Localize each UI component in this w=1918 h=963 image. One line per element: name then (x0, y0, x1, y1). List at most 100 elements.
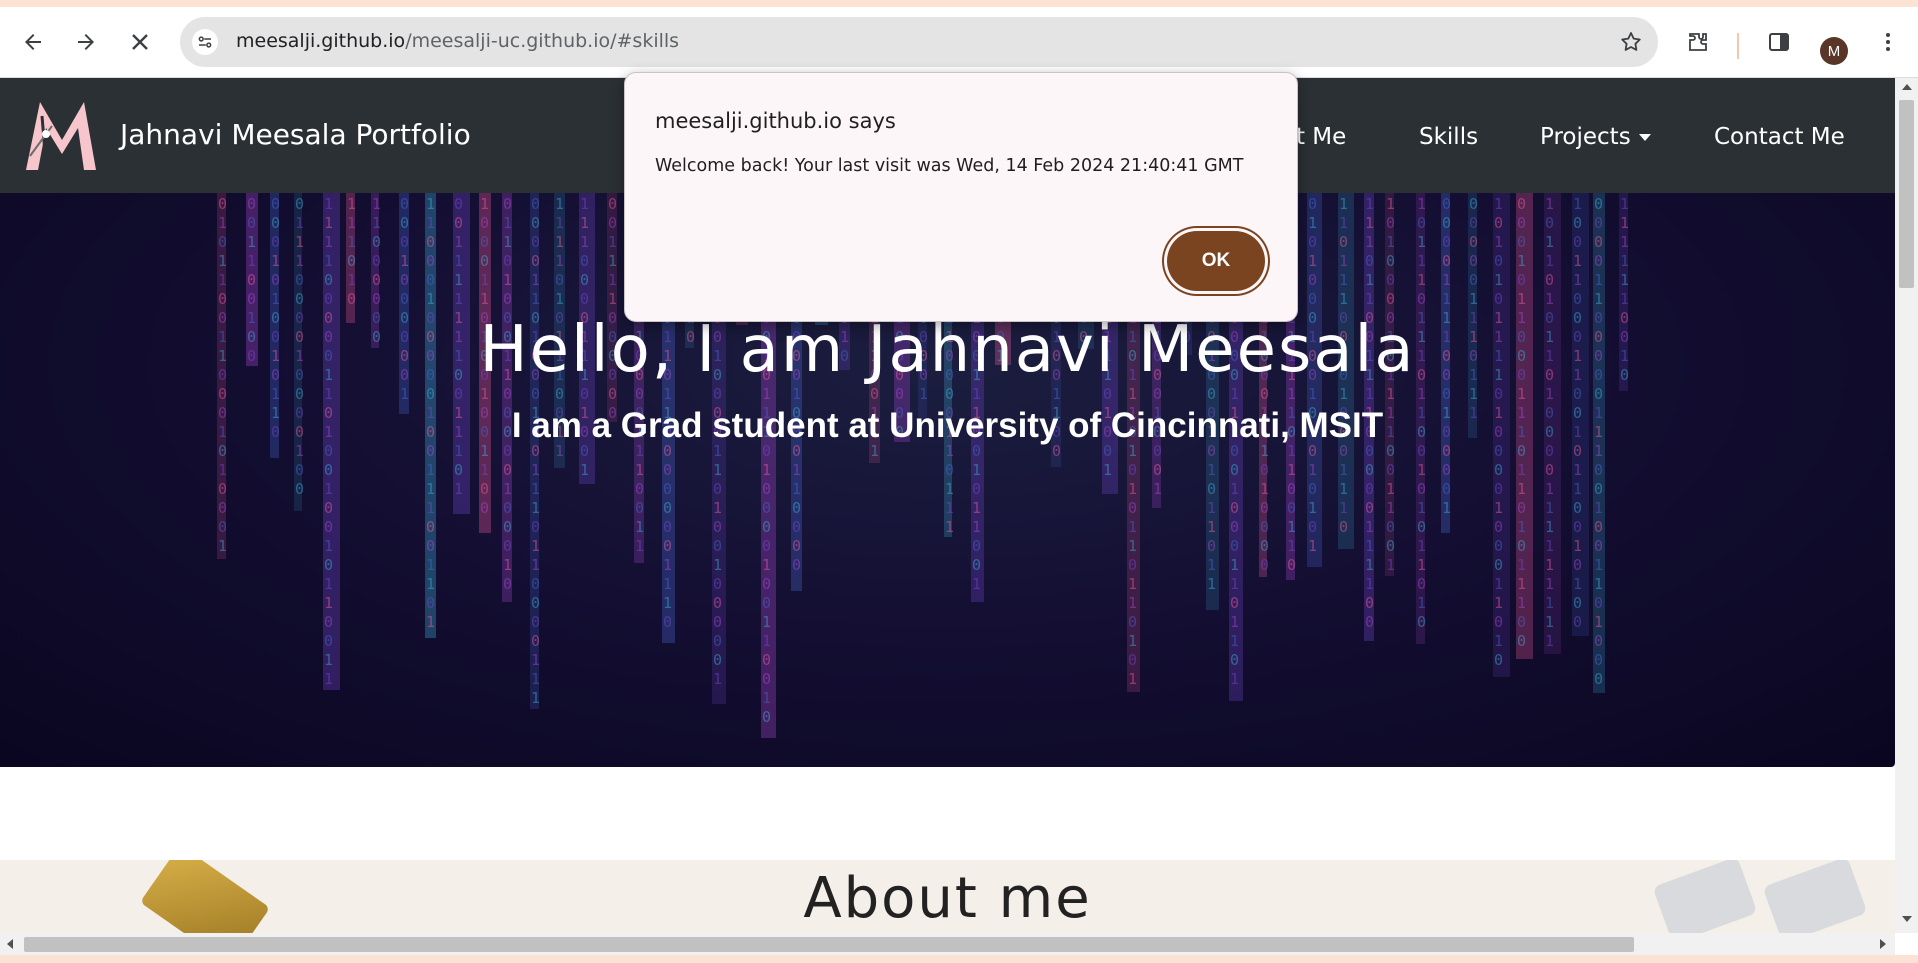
url-host: meesalji.github.io (236, 30, 406, 52)
svg-text:0: 0 (972, 537, 981, 555)
svg-text:0: 0 (1386, 290, 1395, 308)
nav-contact-me[interactable]: Contact Me (1714, 124, 1845, 150)
svg-text:0: 0 (792, 556, 801, 574)
svg-text:0: 0 (1308, 271, 1317, 289)
bookmark-star-icon[interactable] (1618, 29, 1644, 55)
svg-text:1: 1 (555, 233, 564, 251)
svg-text:1: 1 (503, 271, 512, 289)
horizontal-scrollbar[interactable] (0, 933, 1895, 955)
extensions-icon[interactable] (1683, 27, 1713, 57)
svg-text:0: 0 (454, 385, 463, 403)
svg-text:0: 0 (1494, 556, 1503, 574)
svg-text:1: 1 (503, 233, 512, 251)
svg-text:0: 0 (1207, 480, 1216, 498)
site-logo[interactable] (22, 96, 100, 174)
vertical-scroll-thumb[interactable] (1899, 100, 1914, 288)
svg-text:0: 0 (608, 214, 617, 232)
svg-text:1: 1 (1308, 461, 1317, 479)
svg-text:1: 1 (792, 480, 801, 498)
svg-text:1: 1 (531, 689, 540, 707)
forward-icon[interactable] (71, 27, 101, 57)
svg-text:1: 1 (1339, 195, 1348, 213)
svg-text:1: 1 (1308, 499, 1317, 517)
svg-text:0: 0 (608, 195, 617, 213)
svg-text:1: 1 (1339, 499, 1348, 517)
scroll-up-arrow-icon[interactable] (1902, 84, 1912, 90)
svg-text:1: 1 (1494, 575, 1503, 593)
svg-text:1: 1 (1573, 252, 1582, 270)
svg-text:1: 1 (1103, 461, 1112, 479)
more-menu-icon[interactable] (1873, 27, 1903, 57)
horizontal-scroll-thumb[interactable] (24, 937, 1634, 952)
svg-text:0: 0 (1230, 651, 1239, 669)
svg-text:0: 0 (713, 613, 722, 631)
svg-text:0: 0 (762, 575, 771, 593)
svg-text:1: 1 (1417, 537, 1426, 555)
scroll-left-arrow-icon[interactable] (7, 939, 13, 949)
svg-text:0: 0 (247, 271, 256, 289)
about-title: About me (803, 866, 1092, 931)
back-icon[interactable] (18, 27, 48, 57)
svg-text:1: 1 (454, 233, 463, 251)
svg-text:0: 0 (1230, 499, 1239, 517)
svg-text:0: 0 (1517, 632, 1526, 650)
svg-text:1: 1 (580, 233, 589, 251)
vertical-scrollbar[interactable] (1895, 78, 1918, 933)
svg-text:0: 0 (1594, 670, 1603, 688)
site-info-icon[interactable] (192, 29, 218, 55)
svg-text:0: 0 (1386, 252, 1395, 270)
scroll-down-arrow-icon[interactable] (1902, 916, 1912, 922)
svg-text:1: 1 (324, 537, 333, 555)
svg-text:1: 1 (1494, 271, 1503, 289)
svg-text:1: 1 (1573, 480, 1582, 498)
svg-text:1: 1 (945, 518, 954, 536)
svg-text:1: 1 (1545, 575, 1554, 593)
svg-text:1: 1 (1339, 461, 1348, 479)
svg-text:1: 1 (608, 271, 617, 289)
dialog-message: Welcome back! Your last visit was Wed, 1… (655, 156, 1244, 176)
svg-text:1: 1 (503, 556, 512, 574)
svg-text:1: 1 (635, 461, 644, 479)
svg-text:1: 1 (1417, 594, 1426, 612)
svg-text:1: 1 (1517, 385, 1526, 403)
svg-text:1: 1 (372, 195, 381, 213)
address-bar[interactable]: meesalji.github.io/meesalji-uc.github.io… (180, 17, 1658, 67)
svg-text:1: 1 (426, 290, 435, 308)
svg-text:1: 1 (972, 575, 981, 593)
svg-text:1: 1 (1386, 195, 1395, 213)
svg-text:0: 0 (324, 613, 333, 631)
svg-text:0: 0 (503, 195, 512, 213)
svg-text:1: 1 (945, 499, 954, 517)
nav-projects-dropdown[interactable]: Projects (1540, 124, 1651, 150)
svg-text:1: 1 (1494, 594, 1503, 612)
side-panel-icon[interactable] (1764, 27, 1794, 57)
svg-text:0: 0 (1594, 518, 1603, 536)
svg-text:0: 0 (1594, 461, 1603, 479)
svg-text:1: 1 (531, 480, 540, 498)
svg-text:0: 0 (324, 632, 333, 650)
svg-text:0: 0 (295, 480, 304, 498)
svg-text:0: 0 (400, 290, 409, 308)
nav-skills[interactable]: Skills (1419, 124, 1478, 150)
svg-text:0: 0 (1365, 252, 1374, 270)
stop-loading-icon[interactable] (125, 27, 155, 57)
scroll-right-arrow-icon[interactable] (1880, 939, 1886, 949)
svg-text:1: 1 (1365, 233, 1374, 251)
svg-text:0: 0 (426, 537, 435, 555)
svg-text:0: 0 (1494, 461, 1503, 479)
svg-text:1: 1 (1442, 271, 1451, 289)
site-brand[interactable]: Jahnavi Meesala Portfolio (120, 118, 471, 151)
svg-text:0: 0 (635, 480, 644, 498)
svg-text:1: 1 (531, 461, 540, 479)
svg-text:1: 1 (503, 480, 512, 498)
svg-text:0: 0 (531, 594, 540, 612)
svg-text:1: 1 (1365, 290, 1374, 308)
profile-avatar[interactable]: M (1820, 37, 1848, 65)
svg-text:1: 1 (1494, 499, 1503, 517)
svg-text:1: 1 (1469, 290, 1478, 308)
svg-text:0: 0 (1386, 461, 1395, 479)
svg-text:0: 0 (792, 499, 801, 517)
svg-text:0: 0 (218, 480, 227, 498)
svg-text:0: 0 (531, 518, 540, 536)
ok-button[interactable]: OK (1167, 231, 1265, 291)
